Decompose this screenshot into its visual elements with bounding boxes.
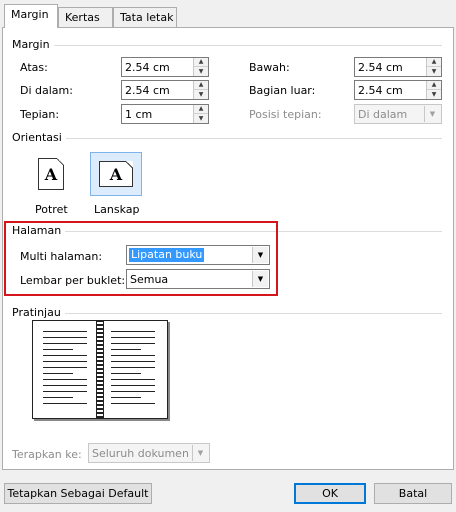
terapkan-label: Terapkan ke: [12,448,82,461]
tepian-label: Tepian: [20,108,60,121]
spin-down-icon[interactable]: ▼ [194,114,208,123]
bawah-label: Bawah: [249,61,290,74]
preview-text-line [43,337,87,338]
posisi-tepian-select: Di dalam ▼ [354,104,442,124]
preview-text-line [43,391,87,392]
preview-text-line [43,349,73,350]
tab-kertas[interactable]: Kertas [58,7,113,28]
divider [60,313,442,314]
di-dalam-label: Di dalam: [20,84,73,97]
tab-label: Margin [11,8,49,21]
book-preview [32,320,168,419]
preview-text-line [111,373,141,374]
cancel-button[interactable]: Batal [374,483,452,504]
bagian-luar-spinner[interactable]: 2.54 cm ▲ ▼ [354,80,442,100]
preview-text-line [43,403,87,404]
preview-text-line [43,355,87,356]
landscape-page-icon: A [99,161,133,187]
posisi-tepian-label: Posisi tepian: [249,108,322,121]
preview-text-line [43,367,87,368]
preview-text-line [111,385,155,386]
preview-text-line [111,337,155,338]
bagian-luar-value: 2.54 cm [358,84,403,97]
divider [50,45,442,46]
atas-spinner[interactable]: 2.54 cm ▲ ▼ [121,57,209,77]
terapkan-value: Seluruh dokumen [92,447,189,460]
spin-up-icon[interactable]: ▲ [427,81,441,90]
spin-up-icon[interactable]: ▲ [194,58,208,67]
preview-text-line [111,391,155,392]
preview-text-line [111,349,141,350]
preview-text-line [43,343,87,344]
chevron-down-icon: ▼ [424,106,440,122]
section-title-orientasi: Orientasi [12,131,66,144]
preview-text-line [43,397,73,398]
spin-up-icon[interactable]: ▲ [194,81,208,90]
bagian-luar-label: Bagian luar: [249,84,316,97]
bawah-spinner[interactable]: 2.54 cm ▲ ▼ [354,57,442,77]
posisi-tepian-value: Di dalam [358,108,408,121]
ok-button[interactable]: OK [294,483,366,504]
binding-icon [96,321,104,418]
potret-label: Potret [35,203,68,216]
preview-text-line [43,385,87,386]
spin-up-icon[interactable]: ▲ [194,105,208,114]
spin-down-icon[interactable]: ▼ [194,67,208,76]
di-dalam-spinner[interactable]: 2.54 cm ▲ ▼ [121,80,209,100]
preview-text-line [43,331,87,332]
portrait-page-icon: A [38,158,64,190]
lanskap-option[interactable]: A [90,152,142,196]
atas-value: 2.54 cm [125,61,170,74]
preview-text-line [111,403,155,404]
preview-text-line [111,355,155,356]
divider [60,138,442,139]
spin-down-icon[interactable]: ▼ [194,90,208,99]
atas-label: Atas: [20,61,48,74]
lanskap-label: Lanskap [94,203,140,216]
tepian-spinner[interactable]: 1 cm ▲ ▼ [121,104,209,124]
spin-down-icon[interactable]: ▼ [427,90,441,99]
di-dalam-value: 2.54 cm [125,84,170,97]
preview-text-line [111,397,141,398]
preview-text-line [43,379,87,380]
highlight-frame [4,221,278,296]
section-title-margin: Margin [12,38,54,51]
tab-margin[interactable]: Margin [4,4,58,28]
preview-text-line [111,331,155,332]
preview-text-line [111,367,155,368]
terapkan-select: Seluruh dokumen ▼ [88,443,210,463]
preview-text-line [43,361,87,362]
bawah-value: 2.54 cm [358,61,403,74]
set-default-button[interactable]: Tetapkan Sebagai Default [4,483,152,504]
tepian-value: 1 cm [125,108,153,121]
preview-text-line [43,373,73,374]
spin-up-icon[interactable]: ▲ [427,58,441,67]
tab-label: Kertas [65,11,100,24]
tab-label: Tata letak [120,11,174,24]
preview-text-line [111,379,155,380]
tab-tata-letak[interactable]: Tata letak [113,7,177,28]
potret-option[interactable]: A [25,152,77,196]
spin-down-icon[interactable]: ▼ [427,67,441,76]
preview-text-line [111,343,155,344]
section-title-pratinjau: Pratinjau [12,306,65,319]
chevron-down-icon: ▼ [192,445,208,461]
preview-text-line [111,361,155,362]
